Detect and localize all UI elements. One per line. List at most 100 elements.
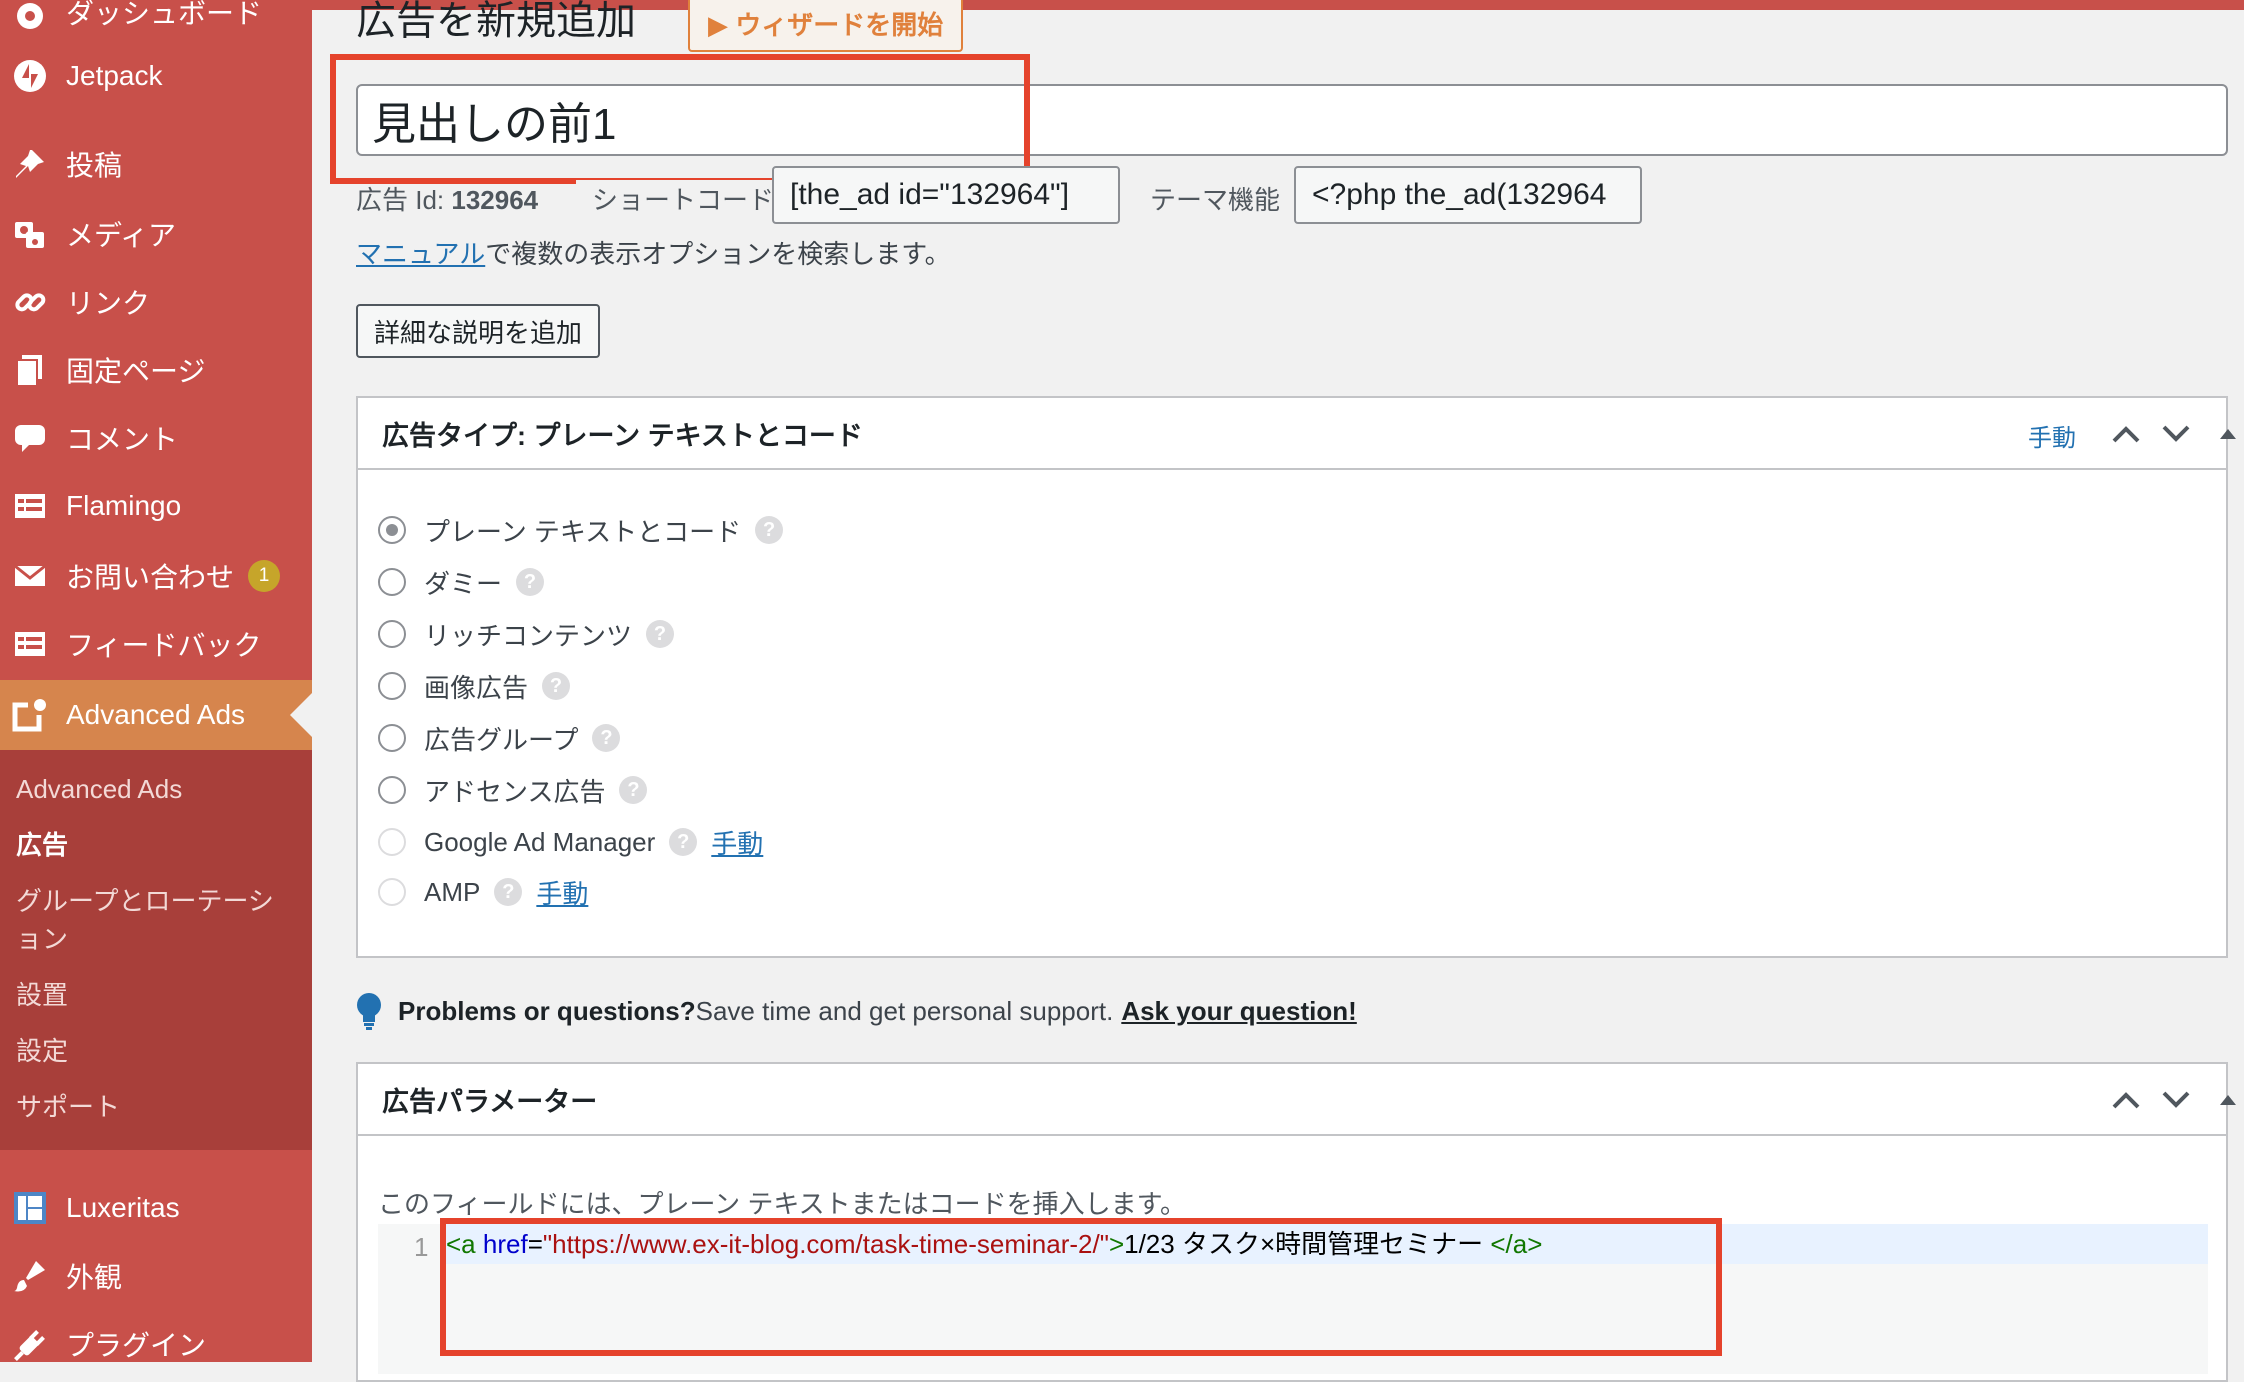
move-up-icon[interactable] bbox=[2110, 1084, 2142, 1116]
sidebar-item-dashboard[interactable]: ダッシュボード bbox=[0, 0, 312, 42]
option-label: ダミー bbox=[424, 568, 503, 599]
sidebar-item-label: 外観 bbox=[66, 1262, 123, 1293]
sidebar-item-label: ダッシュボード bbox=[66, 0, 263, 29]
sidebar-item-pages[interactable]: 固定ページ bbox=[0, 340, 312, 400]
sidebar-item-contact[interactable]: お問い合わせ 1 bbox=[0, 546, 312, 606]
hint-text: で複数の表示オプションを検索します。 bbox=[485, 239, 951, 269]
manual-link[interactable]: マニュアル bbox=[356, 239, 485, 269]
sidebar-item-media[interactable]: メディア bbox=[0, 204, 312, 264]
ad-type-option-group[interactable]: 広告グループ? bbox=[378, 718, 621, 758]
option-label: 広告グループ bbox=[424, 724, 579, 755]
radio-button[interactable] bbox=[378, 724, 406, 752]
submenu-item-groups[interactable]: グループとローテーション bbox=[16, 882, 296, 958]
sidebar-item-advanced-ads[interactable]: Advanced Ads bbox=[0, 680, 312, 750]
help-icon[interactable]: ? bbox=[494, 878, 523, 906]
support-bold-text: Problems or questions? bbox=[398, 995, 696, 1026]
submenu-item-advanced-ads[interactable]: Advanced Ads bbox=[16, 770, 296, 808]
ad-parameters-box-header: 広告パラメーター bbox=[358, 1064, 2236, 1136]
support-notice: Problems or questions? Save time and get… bbox=[356, 992, 1357, 1030]
ask-question-link[interactable]: Ask your question! bbox=[1121, 996, 1356, 1027]
radio-button[interactable] bbox=[378, 672, 406, 700]
admin-sidebar: ダッシュボード Jetpack 投稿 メディア リンク 固定ページ コメント F… bbox=[0, 0, 312, 1362]
theme-function-label: テーマ機能 bbox=[1150, 185, 1281, 215]
collapse-toggle-icon[interactable] bbox=[2212, 1084, 2244, 1116]
ad-parameters-box-title: 広告パラメーター bbox=[382, 1086, 598, 1117]
ad-type-option-amp: AMP? 手動 bbox=[378, 872, 588, 912]
help-icon[interactable]: ? bbox=[669, 828, 698, 856]
support-text: Save time and get personal support. bbox=[695, 995, 1114, 1026]
plugin-icon bbox=[12, 1326, 48, 1362]
manual-link[interactable]: 手動 bbox=[536, 874, 588, 911]
sidebar-item-jetpack[interactable]: Jetpack bbox=[0, 46, 312, 106]
ad-type-option-google-ad-manager: Google Ad Manager? 手動 bbox=[378, 822, 763, 862]
sidebar-item-flamingo[interactable]: Flamingo bbox=[0, 476, 312, 536]
option-label: プレーン テキストとコード bbox=[424, 516, 742, 547]
radio-button[interactable] bbox=[378, 776, 406, 804]
ad-type-box: 広告タイプ: プレーン テキストとコード 手動 プレーン テキストとコード? ダ… bbox=[356, 396, 2236, 958]
sidebar-submenu: Advanced Ads 広告 グループとローテーション 設置 設定 サポート bbox=[0, 750, 312, 1150]
ad-type-option-image[interactable]: 画像広告? bbox=[378, 666, 571, 706]
radio-button bbox=[378, 878, 406, 906]
active-indicator bbox=[290, 693, 312, 737]
move-up-icon[interactable] bbox=[2110, 418, 2142, 450]
submenu-item-placements[interactable]: 設置 bbox=[16, 976, 296, 1014]
sidebar-item-appearance[interactable]: 外観 bbox=[0, 1246, 312, 1306]
ad-type-option-adsense[interactable]: アドセンス広告? bbox=[378, 770, 648, 810]
shortcode-field[interactable]: [the_ad id="132964"] bbox=[772, 166, 1120, 224]
luxeritas-icon bbox=[12, 1190, 48, 1226]
move-down-icon[interactable] bbox=[2160, 418, 2192, 450]
line-number: 1 bbox=[414, 1232, 429, 1262]
sidebar-item-label: プラグイン bbox=[66, 1330, 207, 1361]
ad-type-option-dummy[interactable]: ダミー? bbox=[378, 562, 545, 602]
ad-type-option-plain[interactable]: プレーン テキストとコード? bbox=[378, 510, 784, 550]
sidebar-item-plugins[interactable]: プラグイン bbox=[0, 1314, 312, 1374]
submenu-item-ads[interactable]: 広告 bbox=[16, 826, 296, 864]
help-icon[interactable]: ? bbox=[755, 516, 784, 544]
shortcode-label: ショートコード bbox=[576, 180, 775, 217]
highlight-code-box bbox=[440, 1218, 1722, 1356]
manual-link[interactable]: 手動 bbox=[711, 824, 763, 861]
submenu-item-support[interactable]: サポート bbox=[16, 1088, 296, 1126]
notification-badge: 1 bbox=[248, 560, 281, 592]
manual-link[interactable]: 手動 bbox=[2028, 418, 2076, 453]
appearance-icon bbox=[12, 1258, 48, 1294]
sidebar-item-luxeritas[interactable]: Luxeritas bbox=[0, 1178, 312, 1238]
add-description-button[interactable]: 詳細な説明を追加 bbox=[356, 304, 601, 358]
help-icon[interactable]: ? bbox=[516, 568, 545, 596]
radio-button[interactable] bbox=[378, 516, 406, 544]
start-wizard-button[interactable]: ▶ ウィザードを開始 bbox=[688, 0, 964, 52]
help-icon[interactable]: ? bbox=[619, 776, 648, 804]
sidebar-item-links[interactable]: リンク bbox=[0, 272, 312, 332]
sidebar-item-label: リンク bbox=[66, 288, 151, 319]
sidebar-item-label: 投稿 bbox=[66, 150, 123, 181]
theme-function-field[interactable]: <?php the_ad(132964 bbox=[1294, 166, 1642, 224]
sidebar-item-label: Jetpack bbox=[66, 60, 163, 91]
highlight-title-box bbox=[330, 54, 1030, 184]
help-icon[interactable]: ? bbox=[646, 620, 675, 648]
sidebar-item-label: Advanced Ads bbox=[66, 699, 246, 730]
flamingo-icon bbox=[12, 488, 48, 524]
lightbulb-icon bbox=[356, 992, 382, 1030]
radio-button[interactable] bbox=[378, 620, 406, 648]
ad-type-option-rich-content[interactable]: リッチコンテンツ? bbox=[378, 614, 675, 654]
sidebar-item-feedback[interactable]: フィードバック bbox=[0, 614, 312, 674]
sidebar-item-posts[interactable]: 投稿 bbox=[0, 134, 312, 194]
sidebar-item-comments[interactable]: コメント bbox=[0, 408, 312, 468]
option-label: Google Ad Manager bbox=[424, 826, 656, 857]
editor-gutter: 1 bbox=[378, 1224, 436, 1374]
feedback-icon bbox=[12, 626, 48, 662]
sidebar-item-label: フィードバック bbox=[66, 630, 262, 661]
media-icon bbox=[12, 216, 48, 252]
help-icon[interactable]: ? bbox=[542, 672, 571, 700]
sidebar-item-label: メディア bbox=[66, 220, 177, 251]
help-icon[interactable]: ? bbox=[592, 724, 621, 752]
collapse-toggle-icon[interactable] bbox=[2212, 418, 2244, 450]
ad-id-label: 広告 Id: 132964 bbox=[356, 185, 539, 215]
link-icon bbox=[12, 284, 48, 320]
radio-button[interactable] bbox=[378, 568, 406, 596]
submenu-item-settings[interactable]: 設定 bbox=[16, 1032, 296, 1070]
move-down-icon[interactable] bbox=[2160, 1084, 2192, 1116]
page-title: 広告を新規追加 bbox=[356, 0, 636, 43]
pin-icon bbox=[12, 146, 48, 182]
sidebar-item-label: コメント bbox=[66, 424, 179, 455]
